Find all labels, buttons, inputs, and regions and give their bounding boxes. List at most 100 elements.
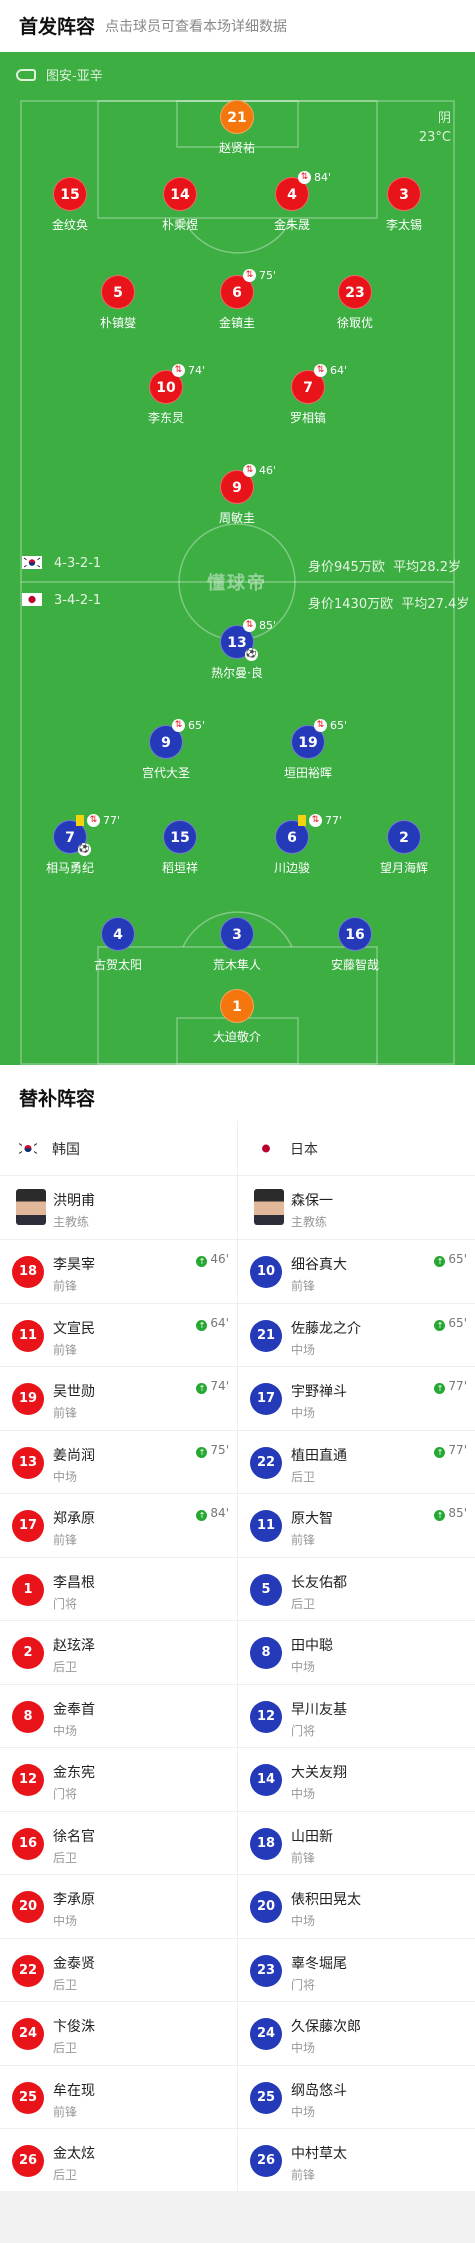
sub-in-minute: 77'	[448, 1379, 467, 1393]
bench-player-row[interactable]: 12 金东宪 门将	[0, 1748, 237, 1812]
home-player[interactable]: 3 李太锡	[344, 177, 464, 233]
sub-off-icon: ⇅	[314, 719, 327, 732]
away-player[interactable]: 19 ⇅ 65' 垣田裕晖	[248, 719, 368, 781]
bench-player-row[interactable]: 11 原大智 前锋 ↑ 85'	[238, 1494, 475, 1558]
away-player[interactable]: 4 古贺太阳	[58, 917, 178, 973]
bench-player-row[interactable]: 2 赵玹泽 后卫	[0, 1621, 237, 1685]
away-player[interactable]: 9 ⇅ 65' 宫代大圣	[106, 719, 226, 781]
watermark: 懂球帝	[207, 573, 267, 594]
player-name: 金东宪	[53, 1765, 95, 1781]
home-player[interactable]: 4 ⇅ 84' 金朱晟	[232, 171, 352, 233]
player-name: 李太锡	[385, 218, 422, 232]
home-player[interactable]: 14 朴乘煜	[120, 177, 240, 233]
player-number: 10 ⇅ 74'	[149, 364, 205, 404]
away-player[interactable]: 1 大迫敬介	[177, 989, 297, 1045]
bench-player-row[interactable]: 14 大关友翔 中场	[238, 1748, 475, 1812]
substitution-marker: ⇅ 65'	[172, 719, 205, 732]
player-number: 3	[387, 177, 421, 211]
bench-player-row[interactable]: 1 李昌根 门将	[0, 1558, 237, 1621]
sub-in-icon: ↑	[434, 1510, 446, 1521]
home-coach[interactable]: 洪明甫 主教练	[0, 1176, 237, 1240]
substitution-minute: 85'	[259, 619, 277, 632]
bench-player-row[interactable]: 5 长友佑都 后卫	[238, 1558, 475, 1621]
bench-player-row[interactable]: 18 山田新 前锋	[238, 1812, 475, 1875]
bench-player-row[interactable]: 12 早川友基 门将	[238, 1685, 475, 1748]
home-player[interactable]: 23 徐冣优	[295, 275, 415, 331]
sub-in-icon: ↑	[434, 1256, 446, 1267]
japan-flag-icon	[22, 593, 42, 606]
bench-player-row[interactable]: 24 卞俊洙 后卫	[0, 2002, 237, 2066]
bench-player-row[interactable]: 17 郑承原 前锋 ↑ 84'	[0, 1494, 237, 1558]
away-coach[interactable]: 森保一 主教练	[238, 1176, 475, 1240]
player-name: 李昊宰	[53, 1257, 95, 1273]
bench-player-row[interactable]: 11 文宣民 前锋 ↑ 64'	[0, 1304, 237, 1367]
bench-player-row[interactable]: 22 金泰贤 后卫	[0, 1939, 237, 2002]
bench-player-row[interactable]: 19 吴世勋 前锋 ↑ 74'	[0, 1367, 237, 1431]
bench-player-row[interactable]: 26 中村草太 前锋	[238, 2129, 475, 2193]
footer-spacer	[0, 2191, 475, 2243]
substitution-minute: 75'	[259, 269, 277, 282]
home-player[interactable]: 5 朴镇燮	[58, 275, 178, 331]
player-position: 后卫	[53, 1660, 78, 1674]
player-name: 金奉首	[53, 1701, 95, 1718]
player-name: 金太炫	[53, 2146, 95, 2162]
bench-player-row[interactable]: 17 宇野禅斗 中场 ↑ 77'	[238, 1367, 475, 1431]
player-name: 李承原	[53, 1892, 95, 1908]
away-team-info: 3-4-2-1 身价1430万欧 平均27.4岁	[22, 593, 469, 612]
substitution-marker: ⇅ 84'	[298, 171, 331, 184]
home-player[interactable]: 6 ⇅ 75' 金镇圭	[177, 269, 297, 331]
bench-player-row[interactable]: 18 李昊宰 前锋 ↑ 46'	[0, 1240, 237, 1304]
bench-player-row[interactable]: 16 徐名官 后卫	[0, 1812, 237, 1875]
home-formation: 4-3-2-1	[54, 556, 102, 571]
home-team-row[interactable]: 韩国	[0, 1121, 237, 1176]
home-player[interactable]: 9 ⇅ 46' 周敏圭	[177, 464, 297, 526]
player-name: 姜尚润	[53, 1447, 95, 1464]
pitch: 图安-亚辛 阴 23°C 懂球帝 4-3-2-1 身价945万欧 平均28.2岁…	[0, 52, 475, 1065]
bench-player-row[interactable]: 13 姜尚润 中场 ↑ 75'	[0, 1431, 237, 1494]
bench-player-row[interactable]: 25 牟在现 前锋	[0, 2066, 237, 2129]
away-player[interactable]: 13 ⇅ 85' ⚽ 热尔曼·良	[177, 619, 297, 681]
player-number: 9 ⇅ 46'	[220, 464, 276, 504]
away-player[interactable]: 7 ⇅ 77' ⚽ 相马勇纪	[10, 814, 130, 876]
player-number: 14	[163, 177, 197, 211]
bench-player-row[interactable]: 21 佐藤龙之介 中场 ↑ 65'	[238, 1304, 475, 1367]
player-name: 李东炅	[147, 411, 184, 425]
home-avg-age: 平均28.2岁	[393, 560, 462, 575]
home-player[interactable]: 15 金纹奂	[10, 177, 130, 233]
bench-player-row[interactable]: 22 植田直通 后卫 ↑ 77'	[238, 1431, 475, 1494]
bench-player-row[interactable]: 10 细谷真大 前锋 ↑ 65'	[238, 1240, 475, 1304]
sub-in-minute: 85'	[448, 1506, 467, 1520]
bench-player-row[interactable]: 8 田中聪 中场	[238, 1621, 475, 1685]
bench-player-row[interactable]: 23 辜冬堀尾 门将	[238, 1939, 475, 2002]
away-player[interactable]: 15 稻垣祥	[120, 820, 240, 876]
away-player[interactable]: 3 荒木隼人	[177, 917, 297, 973]
player-position: 中场	[53, 1914, 78, 1928]
sub-off-icon: ⇅	[172, 719, 185, 732]
away-team-row[interactable]: 日本	[238, 1121, 475, 1176]
away-formation: 3-4-2-1	[54, 593, 102, 608]
bench-player-row[interactable]: 26 金太炫 后卫	[0, 2129, 237, 2193]
substitution-marker: ⇅ 74'	[172, 364, 205, 377]
player-number: 23	[250, 1954, 282, 1987]
bench-player-row[interactable]: 20 李承原 中场	[0, 1875, 237, 1939]
player-name: 徐名官	[53, 1828, 95, 1845]
coach-avatar	[16, 1189, 46, 1225]
player-name: 佐藤龙之介	[291, 1320, 361, 1337]
bench-player-row[interactable]: 8 金奉首 中场	[0, 1685, 237, 1748]
player-name: 辜冬堀尾	[291, 1955, 347, 1972]
player-number: 24	[250, 2018, 282, 2050]
substitution-minute: 46'	[259, 464, 277, 477]
home-bench: 韩国 洪明甫 主教练 18 李昊宰 前锋 ↑ 46' 11 文宣民 前锋 ↑ 64' 19 吴世勋 前锋…	[0, 1121, 237, 2193]
lineup-header: 首发阵容 点击球员可查看本场详细数据	[0, 0, 475, 52]
home-player[interactable]: 21 赵贤祐	[177, 100, 297, 156]
player-number: 1	[12, 1573, 44, 1606]
home-player[interactable]: 10 ⇅ 74' 李东炅	[106, 364, 226, 426]
away-player[interactable]: 2 望月海辉	[344, 820, 464, 876]
away-player[interactable]: 16 安藤智哉	[295, 917, 415, 973]
away-player[interactable]: 6 ⇅ 77' 川边骏	[232, 814, 352, 876]
sub-off-icon: ⇅	[243, 269, 256, 282]
bench-player-row[interactable]: 25 纲岛悠斗 中场	[238, 2066, 475, 2129]
home-player[interactable]: 7 ⇅ 64' 罗相镐	[248, 364, 368, 426]
bench-player-row[interactable]: 20 俵积田晃太 中场	[238, 1875, 475, 1939]
bench-player-row[interactable]: 24 久保藤次郎 中场	[238, 2002, 475, 2066]
